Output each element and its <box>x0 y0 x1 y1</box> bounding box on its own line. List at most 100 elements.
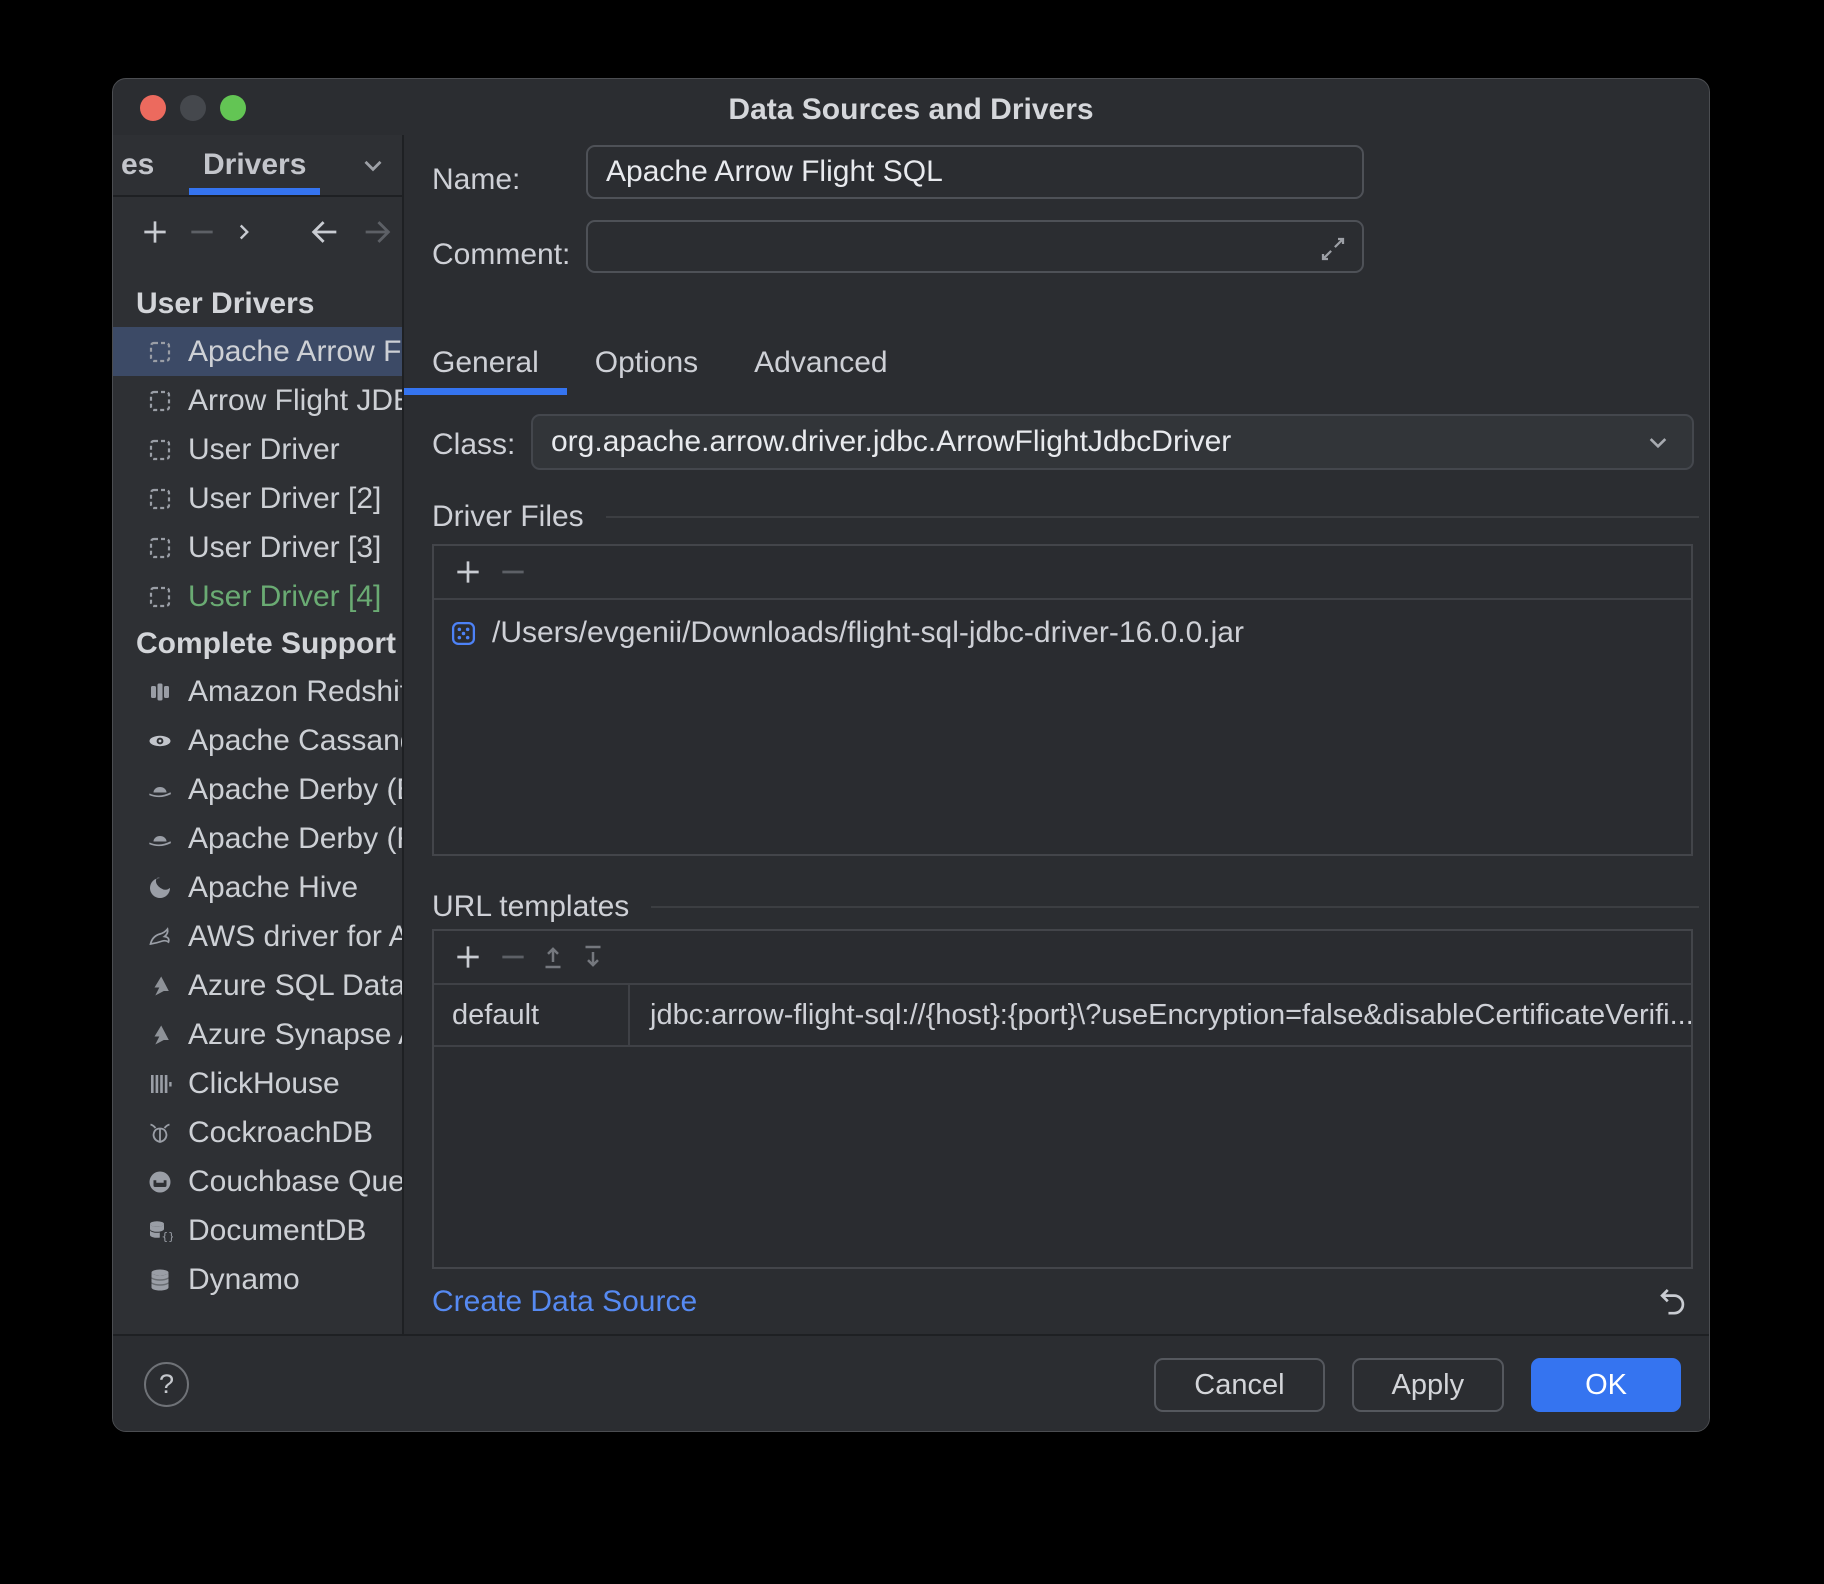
group-header: Complete Support <box>113 621 402 667</box>
driver-list-item-label: Arrow Flight JDBC <box>188 384 402 418</box>
sidebar-tab-strip: es Drivers <box>113 135 402 197</box>
name-input[interactable]: Apache Arrow Flight SQL <box>586 145 1364 199</box>
create-data-source-row: Create Data Source <box>432 1269 1689 1335</box>
url-templates-section-header: URL templates <box>432 887 1699 927</box>
driver-list-item[interactable]: Apache Hive <box>113 863 402 912</box>
driver-list-item-label: AWS driver for Au <box>188 920 402 954</box>
dialog-footer: ? Cancel Apply OK <box>113 1334 1709 1431</box>
driver-list-item-label: Apache Derby (Re <box>188 822 402 856</box>
help-question-mark: ? <box>159 1369 174 1400</box>
back-arrow-icon[interactable] <box>303 210 347 254</box>
data-sources-dialog: Data Sources and Drivers es Drivers <box>112 78 1710 1432</box>
driver-list-item[interactable]: ClickHouse <box>113 1059 402 1108</box>
clickhouse-icon <box>147 1071 173 1097</box>
azure-icon <box>147 973 173 999</box>
driver-settings-panel: Name: Apache Arrow Flight SQL Comment: G… <box>404 135 1709 1334</box>
driver-list-item[interactable]: Dynamo <box>113 1255 402 1304</box>
driver-list-item-label: Couchbase Query <box>188 1165 402 1199</box>
chevron-down-icon[interactable] <box>358 150 388 180</box>
class-dropdown[interactable]: org.apache.arrow.driver.jdbc.ArrowFlight… <box>531 414 1694 470</box>
chevron-right-icon[interactable] <box>227 210 261 254</box>
driver-list-item-label: ClickHouse <box>188 1067 340 1101</box>
derby-icon <box>147 826 173 852</box>
add-template-icon[interactable] <box>446 935 490 979</box>
add-driver-icon[interactable] <box>133 210 177 254</box>
driver-list-item-label: Azure Synapse A <box>188 1018 402 1052</box>
remove-template-icon[interactable] <box>496 935 530 979</box>
driver-list-item[interactable]: Apache Derby (Re <box>113 814 402 863</box>
apply-button[interactable]: Apply <box>1352 1358 1505 1412</box>
documentdb-icon: {} <box>147 1218 173 1244</box>
name-label: Name: <box>432 163 520 197</box>
chevron-down-icon <box>1642 426 1674 458</box>
title-bar[interactable]: Data Sources and Drivers <box>113 79 1709 135</box>
cassandra-icon <box>147 728 173 754</box>
tab-options[interactable]: Options <box>567 331 726 395</box>
driver-list-item[interactable]: Amazon Redshift <box>113 667 402 716</box>
driver-list-item[interactable]: Azure Synapse A <box>113 1010 402 1059</box>
cancel-button[interactable]: Cancel <box>1154 1358 1324 1412</box>
redshift-icon <box>147 679 173 705</box>
aws-icon <box>147 924 173 950</box>
driver-list-item-label: Apache Derby (Em <box>188 773 402 807</box>
driver-list-item-label: Azure SQL Datab <box>188 969 402 1003</box>
driver-list-item[interactable]: Arrow Flight JDBC <box>113 376 402 425</box>
driver-list-item[interactable]: Apache Arrow Flight SQL <box>113 327 402 376</box>
move-up-icon[interactable] <box>536 935 570 979</box>
driver-list-item[interactable]: User Driver [4] <box>113 572 402 621</box>
tab-advanced[interactable]: Advanced <box>726 331 915 395</box>
driver-list-item[interactable]: Couchbase Query <box>113 1157 402 1206</box>
driver-list: User DriversApache Arrow Flight SQLArrow… <box>113 267 402 1334</box>
ok-button[interactable]: OK <box>1531 1358 1681 1412</box>
url-templates-title: URL templates <box>432 890 629 924</box>
add-file-icon[interactable] <box>446 550 490 594</box>
url-template-value[interactable]: jdbc:arrow-flight-sql://{host}:{port}\?u… <box>630 985 1691 1045</box>
driver-icon <box>147 584 173 610</box>
couchbase-icon <box>147 1169 173 1195</box>
move-down-icon[interactable] <box>576 935 610 979</box>
driver-list-item[interactable]: User Driver [3] <box>113 523 402 572</box>
tab-general[interactable]: General <box>404 331 567 395</box>
driver-file-row[interactable]: /Users/evgenii/Downloads/flight-sql-jdbc… <box>434 600 1691 650</box>
driver-list-item[interactable]: User Driver [2] <box>113 474 402 523</box>
driver-list-item[interactable]: User Driver <box>113 425 402 474</box>
driver-icon <box>147 388 173 414</box>
driver-list-item-label: User Driver <box>188 433 340 467</box>
remove-driver-icon[interactable] <box>185 210 219 254</box>
cockroach-icon <box>147 1120 173 1146</box>
help-button[interactable]: ? <box>144 1362 189 1407</box>
expand-comment-icon[interactable] <box>1318 234 1348 264</box>
hive-icon <box>147 875 173 901</box>
driver-icon <box>147 535 173 561</box>
driver-list-item[interactable]: Apache Derby (Em <box>113 765 402 814</box>
driver-list-item[interactable]: Apache Cassandra <box>113 716 402 765</box>
driver-list-item-label: Apache Cassandra <box>188 724 402 758</box>
url-template-name[interactable]: default <box>434 985 630 1045</box>
comment-input[interactable] <box>586 220 1364 273</box>
tab-data-sources[interactable]: es <box>113 135 153 195</box>
name-value: Apache Arrow Flight SQL <box>606 155 943 189</box>
driver-files-panel: /Users/evgenii/Downloads/flight-sql-jdbc… <box>432 544 1693 856</box>
url-template-row[interactable]: defaultjdbc:arrow-flight-sql://{host}:{p… <box>434 985 1691 1047</box>
driver-list-item[interactable]: AWS driver for Au <box>113 912 402 961</box>
driver-list-item[interactable]: Azure SQL Datab <box>113 961 402 1010</box>
driver-list-item[interactable]: {}DocumentDB <box>113 1206 402 1255</box>
remove-file-icon[interactable] <box>496 550 530 594</box>
settings-tabs: GeneralOptionsAdvanced <box>404 331 916 395</box>
svg-text:{}: {} <box>162 1230 174 1243</box>
driver-list-item[interactable]: CockroachDB <box>113 1108 402 1157</box>
driver-icon <box>147 486 173 512</box>
tab-drivers[interactable]: Drivers <box>177 135 332 195</box>
dialog-body: es Drivers User DriversAp <box>113 135 1709 1334</box>
driver-files-toolbar <box>434 546 1691 600</box>
derby-icon <box>147 777 173 803</box>
window-title: Data Sources and Drivers <box>113 93 1709 127</box>
revert-icon[interactable] <box>1655 1285 1689 1319</box>
driver-list-item-label: User Driver [2] <box>188 482 381 516</box>
sidebar-toolbar <box>113 197 402 267</box>
create-data-source-link[interactable]: Create Data Source <box>432 1285 697 1319</box>
forward-arrow-icon[interactable] <box>355 210 399 254</box>
driver-icon <box>147 339 173 365</box>
class-value: org.apache.arrow.driver.jdbc.ArrowFlight… <box>551 425 1231 459</box>
driver-list-item-label: Amazon Redshift <box>188 675 402 709</box>
